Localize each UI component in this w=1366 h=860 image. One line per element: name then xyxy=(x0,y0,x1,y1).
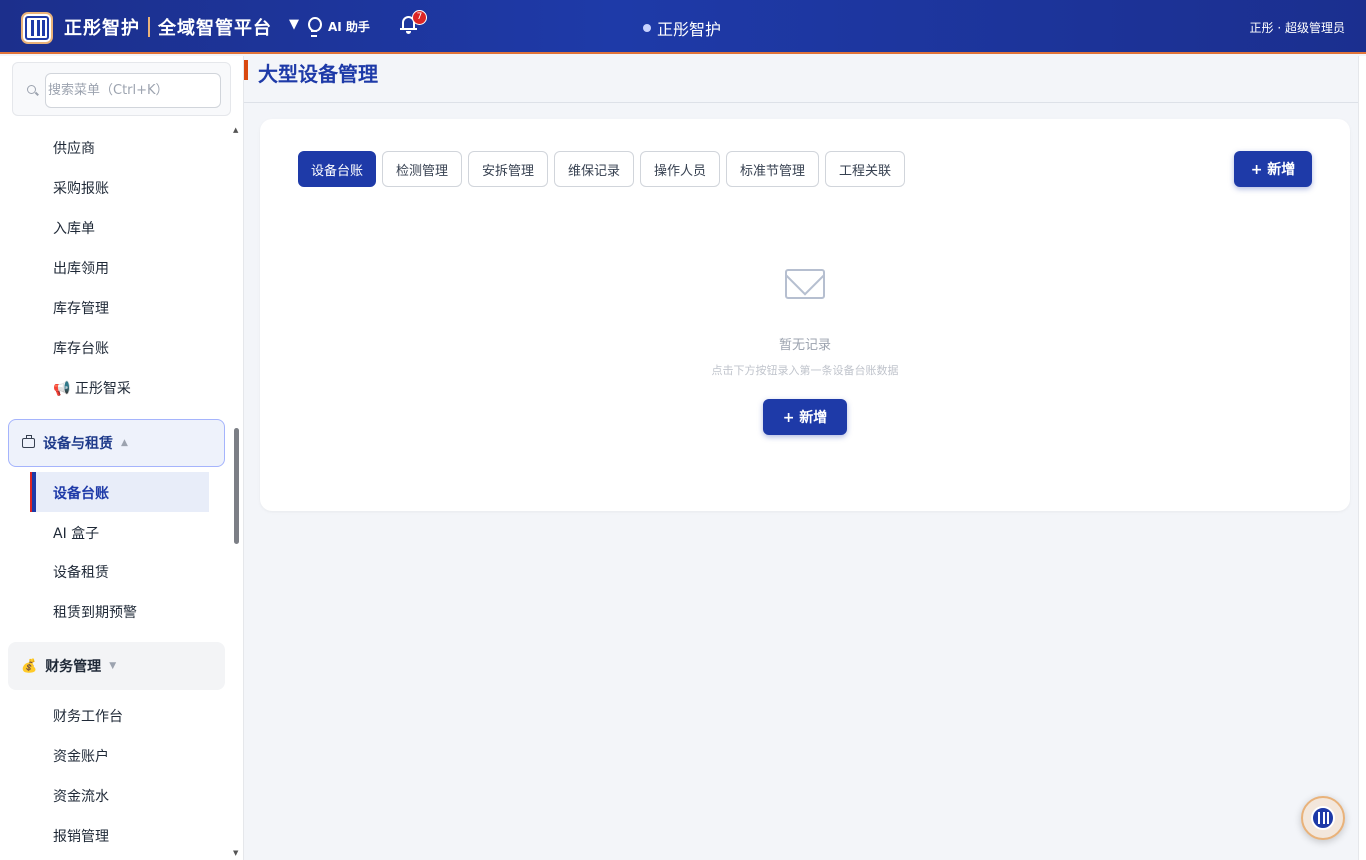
menu-search-input[interactable] xyxy=(45,73,221,108)
ai-assistant-label: AI 助手 xyxy=(328,19,370,34)
notification-badge: 7 xyxy=(412,10,427,25)
page-title-bar: 大型设备管理 xyxy=(244,56,1358,103)
user-info[interactable]: 正彤 · 超级管理员 xyxy=(1250,19,1345,36)
sidebar-item-equipment-rental[interactable]: 设备租赁 xyxy=(53,562,109,582)
title-accent-bar xyxy=(244,60,248,80)
sidebar-item-inventory-ledger[interactable]: 库存台账 xyxy=(53,338,109,358)
tab-equipment-ledger[interactable]: 设备台账 xyxy=(298,151,376,187)
ai-assistant-button[interactable]: AI 助手 xyxy=(306,17,370,37)
sidebar-item-inventory[interactable]: 库存管理 xyxy=(53,298,109,318)
money-bag-icon: 💰 xyxy=(21,658,38,674)
sidebar-group-finance-label: 财务管理 xyxy=(45,659,102,675)
sidebar-item-rental-expiry[interactable]: 租赁到期预警 xyxy=(53,602,137,622)
empty-state-title: 暂无记录 xyxy=(778,338,831,353)
tab-installation[interactable]: 安拆管理 xyxy=(468,151,548,187)
scroll-up-icon[interactable]: ▲ xyxy=(233,126,238,134)
content-card: 设备台账 检测管理 安拆管理 维保记录 操作人员 标准节管理 工程关联 + 新增… xyxy=(260,119,1350,511)
sidebar-item-equipment-ledger[interactable]: 设备台账 xyxy=(32,472,209,512)
sidebar: ▲ 供应商 采购报账 入库单 出库领用 库存管理 库存台账 📢 正彤智采 设备与… xyxy=(0,56,244,860)
status-dot-icon xyxy=(643,24,651,32)
menu-search-box xyxy=(12,62,231,116)
center-title-label: 正彤智护 xyxy=(657,20,722,39)
sidebar-group-equipment-label: 设备与租赁 xyxy=(43,436,113,452)
platform-name: 全域智管平台 xyxy=(158,18,272,39)
sidebar-item-label: 设备台账 xyxy=(53,486,109,502)
platform-caret-icon[interactable]: ▼ xyxy=(289,17,299,32)
sidebar-item-outbound[interactable]: 出库领用 xyxy=(53,258,109,278)
scroll-down-icon[interactable]: ▼ xyxy=(233,849,238,857)
tab-standard-sections[interactable]: 标准节管理 xyxy=(726,151,819,187)
sidebar-item-reimbursement[interactable]: 报销管理 xyxy=(53,826,109,846)
logo-icon[interactable] xyxy=(21,12,53,44)
sidebar-group-equipment[interactable]: 设备与租赁 ▲ xyxy=(8,419,225,467)
brand-name: 正彤智护 xyxy=(64,18,140,39)
tab-inspection[interactable]: 检测管理 xyxy=(382,151,462,187)
search-icon xyxy=(27,85,38,96)
tab-operators[interactable]: 操作人员 xyxy=(640,151,720,187)
toolbox-icon xyxy=(22,435,35,448)
sidebar-item-purchase-expense[interactable]: 采购报账 xyxy=(53,178,109,198)
sidebar-item-fund-accounts[interactable]: 资金账户 xyxy=(53,746,109,766)
page-scrollbar[interactable] xyxy=(1358,56,1366,860)
chevron-down-icon: ▼ xyxy=(109,661,117,671)
center-title: 正彤智护 xyxy=(643,16,721,40)
envelope-icon xyxy=(785,269,825,299)
logo-icon xyxy=(1311,806,1335,830)
empty-add-button[interactable]: + 新增 xyxy=(763,399,847,435)
add-button[interactable]: + 新增 xyxy=(1234,151,1312,187)
lightbulb-icon xyxy=(306,17,322,37)
sidebar-item-finance-workbench[interactable]: 财务工作台 xyxy=(53,706,123,726)
sidebar-item-ai-box[interactable]: AI 盒子 xyxy=(53,523,99,543)
page-title: 大型设备管理 xyxy=(258,62,378,86)
empty-state-subtitle: 点击下方按钮录入第一条设备台账数据 xyxy=(711,364,899,377)
sidebar-item-supplier[interactable]: 供应商 xyxy=(53,138,95,158)
tab-project-link[interactable]: 工程关联 xyxy=(825,151,905,187)
brand-divider xyxy=(148,17,150,37)
tab-maintenance[interactable]: 维保记录 xyxy=(554,151,634,187)
sidebar-item-inbound-order[interactable]: 入库单 xyxy=(53,218,95,238)
top-header: 正彤智护 全域智管平台 ▼ AI 助手 7 正彤智护 正彤 · 超级管理员 xyxy=(0,0,1366,54)
floating-assistant-button[interactable] xyxy=(1301,796,1345,840)
chevron-up-icon: ▲ xyxy=(121,438,128,448)
sidebar-item-fund-flow[interactable]: 资金流水 xyxy=(53,786,109,806)
sidebar-group-finance[interactable]: 💰 财务管理 ▼ xyxy=(8,642,225,690)
sidebar-item-smart-procurement[interactable]: 📢 正彤智采 xyxy=(53,378,131,398)
sidebar-scrollbar[interactable] xyxy=(234,428,239,544)
